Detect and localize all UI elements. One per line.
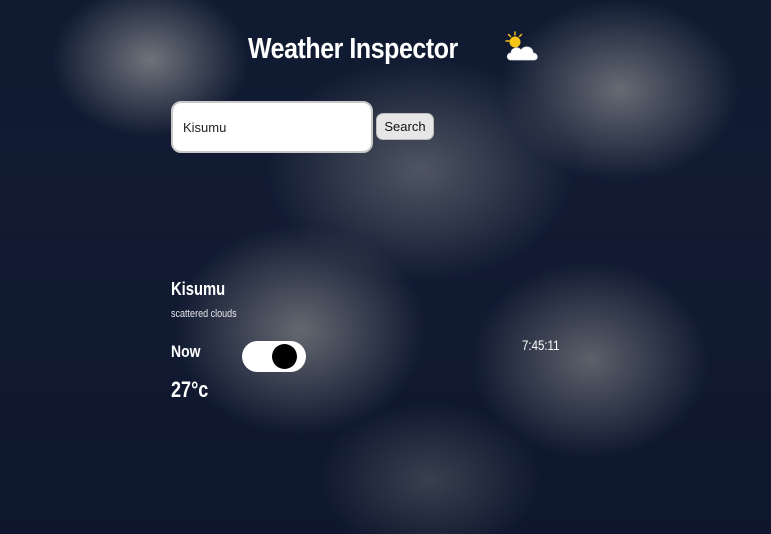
toggle-knob xyxy=(272,344,297,369)
partly-cloudy-icon xyxy=(505,31,538,61)
current-time: 7:45:11 xyxy=(522,337,560,353)
current-temperature: 27°c xyxy=(171,377,209,402)
now-label: Now xyxy=(171,342,201,361)
city-search-input[interactable] xyxy=(171,101,373,153)
weather-description: scattered clouds xyxy=(171,308,237,320)
weather-app: Weather Inspector Search Kisumu scattere… xyxy=(0,0,771,534)
app-title: Weather Inspector xyxy=(248,33,458,65)
city-name: Kisumu xyxy=(171,279,226,299)
search-button[interactable]: Search xyxy=(376,113,434,140)
unit-toggle[interactable] xyxy=(242,341,306,372)
